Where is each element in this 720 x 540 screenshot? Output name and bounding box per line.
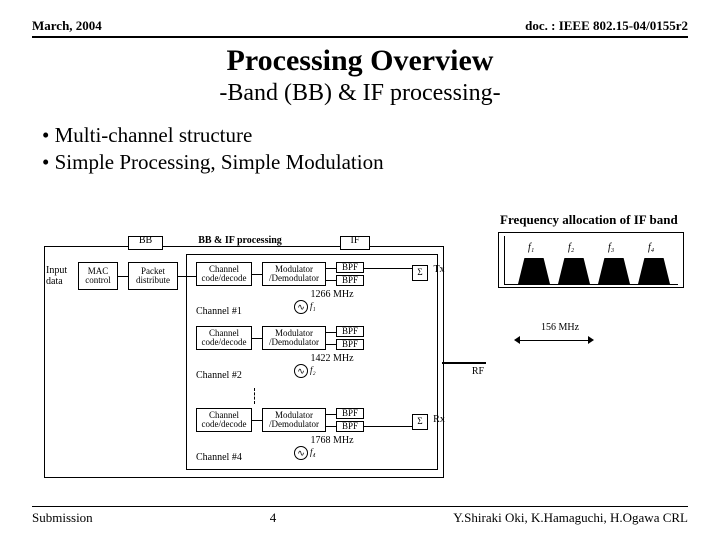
fl-1: f₁ [528, 242, 534, 253]
sigma-rx: Σ [412, 414, 428, 430]
bb-label: BB [128, 235, 163, 246]
l-ch1-a [252, 274, 262, 275]
input-data-label: Input data [46, 265, 76, 287]
if-scale-line [518, 340, 590, 341]
page-title: Processing Overview [32, 44, 688, 78]
ch4-bpf-b: BPF [336, 421, 364, 432]
footer-left: Submission [32, 510, 93, 526]
l-ch4-b [326, 414, 336, 415]
ch4-mhz: 1768 MHz [302, 435, 362, 446]
fl-4: f₄ [648, 242, 654, 253]
if-label: IF [340, 235, 370, 246]
l-ch4-a [252, 420, 262, 421]
arrow-left-icon [514, 336, 520, 344]
header: March, 2004 doc. : IEEE 802.15-04/0155r2 [32, 18, 688, 38]
ch4-label: Channel #4 [196, 452, 256, 463]
gap-dots [254, 388, 255, 404]
l-mac-packet [118, 276, 128, 277]
page-subtitle: -Band (BB) & IF processing- [32, 80, 688, 107]
ch2-osc: ∿ [294, 364, 308, 378]
ch1-mhz: 1266 MHz [302, 289, 362, 300]
arrow-right-icon [588, 336, 594, 344]
l-to-sigma-rx [364, 426, 412, 427]
freq-xaxis [504, 284, 678, 285]
bullet-2: • Simple Processing, Simple Modulation [42, 150, 688, 175]
rf-label: RF [466, 366, 490, 377]
ch1-osc: ∿ [294, 300, 308, 314]
ch2-code: Channel code/decode [196, 326, 252, 350]
l-ch4-c [326, 426, 336, 427]
ch2-f: f₂ [310, 365, 316, 375]
l-ch2-c [326, 344, 336, 345]
sigma-tx: Σ [412, 265, 428, 281]
l-to-sigma-tx [364, 268, 412, 269]
ch4-mod: Modulator /Demodulator [262, 408, 326, 432]
ch1-code: Channel code/decode [196, 262, 252, 286]
l-packet-ch1 [178, 276, 196, 277]
bullet-1: • Multi-channel structure [42, 123, 688, 148]
ch1-bpf-a: BPF [336, 262, 364, 273]
l-ch1-c [326, 280, 336, 281]
fl-3: f₃ [608, 242, 614, 253]
ch4-bpf-a: BPF [336, 408, 364, 419]
footer-right: Y.Shiraki Oki, K.Hamaguchi, H.Ogawa CRL [453, 510, 688, 526]
packet-box: Packet distribute [128, 262, 178, 290]
ch4-code: Channel code/decode [196, 408, 252, 432]
ch2-bpf-a: BPF [336, 326, 364, 337]
ch1-label: Channel #1 [196, 306, 256, 317]
header-date: March, 2004 [32, 18, 102, 34]
freq-caption: Frequency allocation of IF band [500, 212, 678, 228]
ch1-f: f₁ [310, 301, 316, 311]
rf-line [442, 362, 486, 364]
l-ch2-b [326, 332, 336, 333]
ch2-label: Channel #2 [196, 370, 256, 381]
ch4-osc: ∿ [294, 446, 308, 460]
rx-label: Rx [430, 414, 448, 425]
l-ch1-b [326, 268, 336, 269]
ch1-bpf-b: BPF [336, 275, 364, 286]
bb-if-heading: BB & IF processing [170, 235, 310, 246]
l-ch2-a [252, 338, 262, 339]
ch2-mod: Modulator /Demodulator [262, 326, 326, 350]
tx-label: Tx [430, 264, 448, 275]
mac-box: MAC control [78, 262, 118, 290]
fl-2: f₂ [568, 242, 574, 253]
if-scale: 156 MHz [530, 322, 590, 333]
ch4-f: f₄ [310, 447, 316, 457]
freq-yaxis [504, 236, 505, 284]
header-docref: doc. : IEEE 802.15-04/0155r2 [525, 18, 688, 34]
ch2-bpf-b: BPF [336, 339, 364, 350]
ch1-mod: Modulator /Demodulator [262, 262, 326, 286]
footer: Submission 4 Y.Shiraki Oki, K.Hamaguchi,… [32, 506, 688, 526]
footer-center: 4 [270, 510, 277, 526]
ch2-mhz: 1422 MHz [302, 353, 362, 364]
